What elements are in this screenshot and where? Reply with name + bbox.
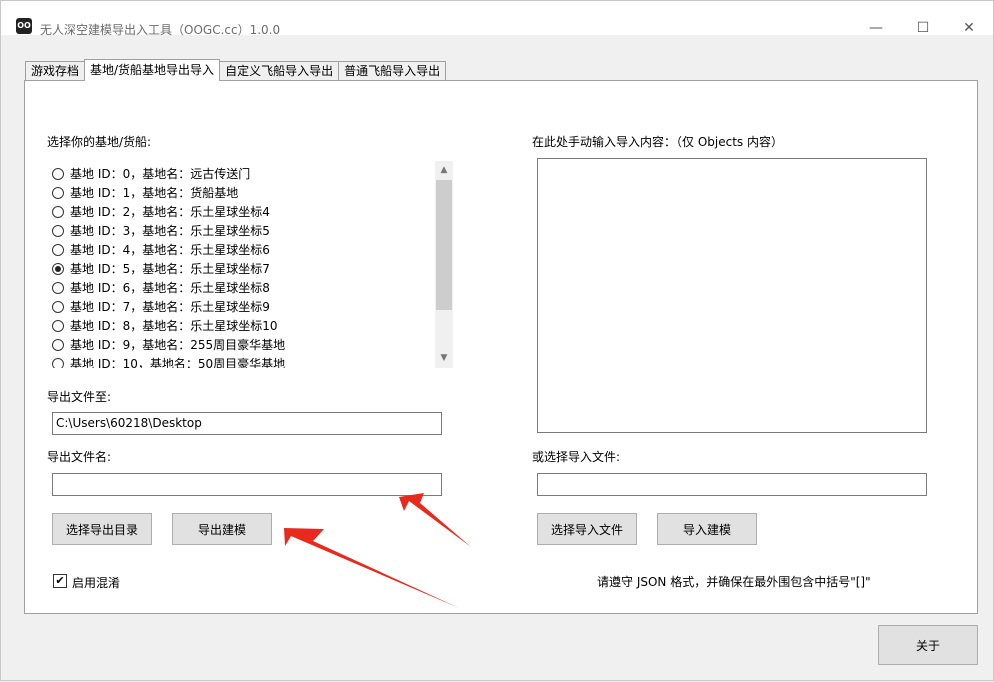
arrow-to-export-button-icon: [284, 528, 459, 608]
app-window: OO 无人深空建模导出入工具（OOGC.cc）1.0.0 — ☐ ✕ 游戏存档 …: [0, 0, 994, 681]
arrow-to-filename-icon: [399, 493, 471, 547]
annotation-arrows: [284, 493, 471, 608]
tab-base-export-import[interactable]: 基地/货船基地导出导入: [84, 59, 221, 81]
